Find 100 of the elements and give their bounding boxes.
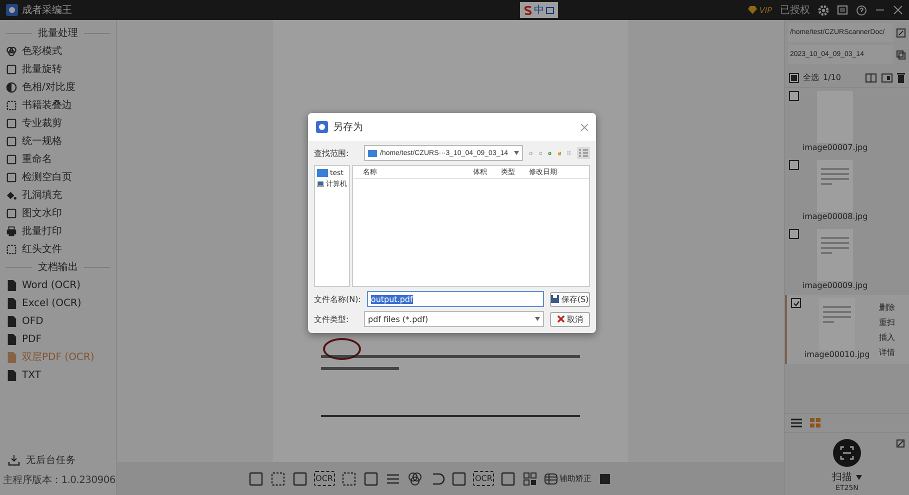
scan-button[interactable] (833, 439, 861, 467)
look-in-label: 查找范围: (314, 148, 350, 158)
thumbnail-action[interactable]: 重扫 (879, 317, 895, 328)
sidebar-item[interactable]: 色相/对比度 (0, 78, 116, 96)
section-title: 文档输出 (38, 260, 78, 274)
file-icon (6, 370, 17, 380)
thumbnail-item[interactable]: image00009.jpg (785, 226, 909, 295)
help-icon[interactable] (856, 4, 867, 16)
sidebar-item[interactable]: 红头文件 (0, 240, 116, 258)
app-title: 成者采编王 (22, 4, 72, 17)
file-name-label: 文件名称(N): (314, 294, 361, 304)
caret-icon (535, 317, 540, 321)
thumbnail-item[interactable]: image00008.jpg (785, 157, 909, 226)
select-all-checkbox[interactable] (789, 72, 799, 82)
color-icon[interactable] (407, 470, 423, 486)
app-logo-icon (316, 121, 328, 133)
contrast-icon (6, 82, 17, 92)
sidebar-item[interactable]: 书籍装叠边 (0, 96, 116, 114)
computer-icon (317, 180, 324, 188)
sidebar-item[interactable]: PDF (0, 330, 116, 348)
thumbnail-action[interactable]: 详情 (879, 347, 895, 358)
image-filename: image00009.jpg (802, 281, 868, 290)
sidebar-item[interactable]: 孔洞填充 (0, 186, 116, 204)
file-icon (6, 334, 17, 344)
download-tray-icon (8, 454, 20, 466)
thumbnail-checkbox[interactable] (789, 229, 799, 239)
correction-button[interactable]: 辅助矫正 (544, 472, 592, 486)
ocr-button[interactable]: OCR (314, 471, 335, 486)
folder-icon (317, 169, 328, 177)
close-icon[interactable] (581, 124, 588, 130)
version-label: 主程序版本：1.0.230906 (2, 474, 116, 488)
file-icon (6, 298, 17, 308)
sidebar-item[interactable]: 图文水印 (0, 204, 116, 222)
document-thumbnail (817, 160, 853, 212)
document-thumbnail (817, 229, 853, 281)
select-all-label: 全选 (803, 72, 819, 83)
background-task-status: 无后台任务 (26, 454, 76, 466)
diamond-icon (748, 6, 758, 14)
save-button[interactable]: 保存(S) (550, 292, 590, 306)
merge-page-icon[interactable] (881, 72, 893, 82)
palette-icon (6, 46, 17, 56)
file-type-dropdown[interactable]: pdf files (*.pdf) (364, 311, 544, 327)
thumbnail-action[interactable]: 删除 (879, 302, 895, 313)
sidebar-item[interactable]: OFD (0, 312, 116, 330)
image-filename: image00010.jpg (804, 350, 870, 359)
ocr-button[interactable]: OCR (473, 471, 494, 486)
thumbnail-checkbox[interactable] (789, 91, 799, 101)
cross-icon (557, 315, 565, 323)
image-filename: image00008.jpg (802, 212, 868, 221)
thumbnail-checkbox[interactable] (791, 298, 801, 308)
file-name-field[interactable]: output.pdf (366, 291, 544, 307)
thumbnail-checkbox[interactable] (789, 160, 799, 170)
dialog-title: 另存为 (333, 120, 363, 134)
license-status: 已授权 (780, 4, 810, 17)
vip-label: VIP (759, 6, 772, 14)
sidebar-item[interactable]: TXT (0, 366, 116, 384)
ime-toolbar[interactable]: 中 (520, 2, 558, 18)
grid-icon (544, 472, 558, 486)
thumbnail-item[interactable]: image00010.jpg 删除 重扫 插入 详情 (785, 295, 909, 364)
file-icon (6, 352, 17, 362)
split-page-icon[interactable] (865, 72, 877, 82)
message-icon[interactable] (837, 4, 848, 16)
image-filename: image00007.jpg (802, 143, 868, 152)
qr-icon[interactable] (522, 470, 538, 486)
copy-icon[interactable] (896, 50, 906, 60)
fill-icon (6, 190, 17, 200)
list-view-icon[interactable] (791, 418, 802, 428)
thumbnail-action[interactable]: 插入 (879, 332, 895, 343)
sidebar-item[interactable]: Word (OCR) (0, 276, 116, 294)
sidebar-item[interactable]: 批量旋转 (0, 60, 116, 78)
ime-logo-icon (524, 6, 532, 14)
sidebar-item[interactable]: 批量打印 (0, 222, 116, 240)
file-type-label: 文件类型: (314, 314, 350, 324)
select-icon[interactable] (270, 470, 286, 486)
folder-icon (368, 150, 377, 156)
detail-view-button[interactable] (577, 147, 590, 159)
file-icon (6, 280, 17, 290)
cancel-button[interactable]: 取消 (550, 312, 590, 326)
scan-mode-dropdown[interactable]: 扫描 (832, 470, 862, 484)
edit-icon[interactable] (896, 28, 906, 38)
barcode-icon[interactable] (341, 470, 357, 486)
sidebar-item[interactable]: 检测空白页 (0, 168, 116, 186)
sidebar-item[interactable]: 重命名 (0, 150, 116, 168)
book-edge-icon (6, 100, 17, 110)
document-thumbnail (819, 298, 855, 350)
caret-icon (514, 151, 520, 155)
trash-icon[interactable] (897, 72, 905, 82)
settings-icon[interactable] (818, 4, 829, 16)
section-title: 批量处理 (38, 26, 78, 40)
caret-icon (856, 474, 862, 480)
note-icon[interactable] (896, 439, 905, 448)
copy-icon (6, 136, 17, 146)
thumbnail-item[interactable]: image00007.jpg (785, 88, 909, 157)
sidebar-item[interactable]: Excel (OCR) (0, 294, 116, 312)
sidebar-item[interactable]: 统一规格 (0, 132, 116, 150)
sidebar-item[interactable]: 色彩模式 (0, 42, 116, 60)
selection-count: 1/10 (823, 73, 841, 82)
ime-mode: 中 (534, 4, 544, 17)
sidebar-item[interactable]: 专业裁剪 (0, 114, 116, 132)
header-icon (6, 244, 17, 254)
